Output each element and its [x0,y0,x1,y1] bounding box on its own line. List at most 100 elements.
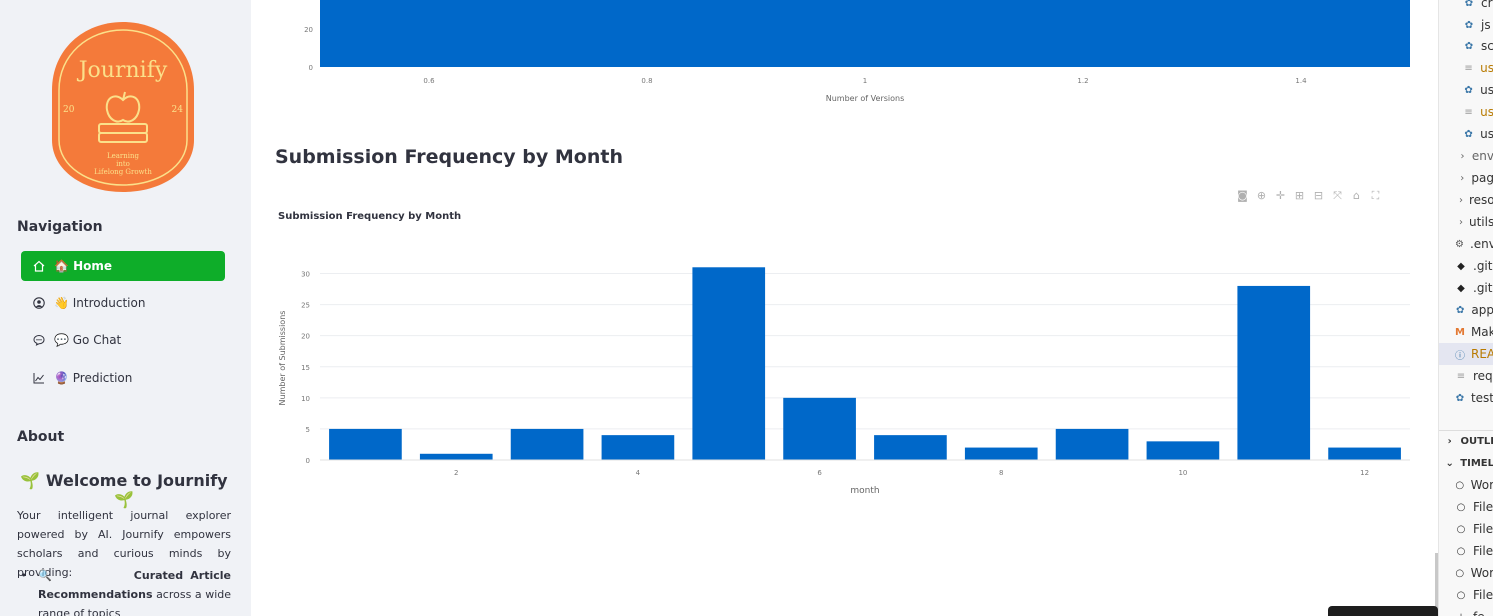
python-icon: ✿ [1464,128,1473,140]
svg-text:Journify: Journify [77,58,168,83]
timeline-item[interactable]: ○ Wor [1439,474,1493,496]
timeline-dot-icon: ○ [1456,589,1466,601]
chevron-down-icon: ⌄ [1445,457,1454,469]
explorer-item[interactable]: ≡ us [1439,101,1493,123]
timeline-item[interactable]: ○ File [1439,518,1493,540]
explorer-item-label: us [1480,127,1493,141]
python-icon: ✿ [1464,40,1474,52]
explorer-section-header[interactable]: › OUTLI [1439,430,1493,452]
svg-text:24: 24 [172,105,184,115]
y-tick-label: 0 [309,64,313,72]
explorer-item[interactable]: ◆ .git [1439,277,1493,299]
fullscreen-icon[interactable]: ⛶ [1369,189,1382,203]
explorer-item-label: test [1470,391,1493,405]
y-tick-label: 20 [304,26,313,34]
y-tick-label: 30 [301,271,310,279]
explorer-item[interactable]: ✿ cr [1439,0,1493,14]
explorer-item-label: req [1473,369,1493,383]
explorer-item[interactable]: ⚙ .env [1439,233,1493,255]
scrollbar-thumb[interactable] [1435,553,1438,613]
bar [419,453,493,460]
timeline-dot-icon: ○ [1456,523,1466,535]
bar [692,267,766,460]
main-content: 0 20 0.6 0.8 1 1.2 1.4 Number of Versions Submis… [251,0,1438,616]
svg-text:20: 20 [63,105,75,115]
y-tick-label: 20 [301,333,310,341]
timeline-dot-icon: ○ [1456,545,1466,557]
nav-item-prediction[interactable]: 🔮 Prediction [21,363,225,393]
explorer-item[interactable]: ✿ js [1439,14,1493,36]
explorer-item[interactable]: ⓘ REA [1439,343,1493,365]
nav-item-go-chat[interactable]: 💬 Go Chat [21,325,225,355]
x-tick-label: 12 [1360,469,1369,477]
timeline-item-label: File [1473,544,1493,558]
git-icon: ◆ [1457,260,1465,272]
gear-icon: ⚙ [1455,238,1464,250]
explorer-item[interactable]: › reso [1439,189,1493,211]
explorer-item-label: cr [1481,0,1493,10]
bar [1237,285,1311,460]
x-tick-label: 0.6 [423,77,435,85]
bar [783,397,856,460]
explorer-item[interactable]: ≡ req [1439,365,1493,387]
git-icon: ◆ [1457,282,1465,294]
zoom-out-icon[interactable]: ⊟ [1312,189,1325,203]
explorer-item[interactable]: ≡ us [1439,57,1493,79]
explorer-item[interactable]: ✿ app [1439,299,1493,321]
explorer-item-label: REA [1471,347,1493,361]
x-tick-label: 1.2 [1077,77,1088,85]
zoom-in-icon[interactable]: ⊞ [1293,189,1306,203]
timeline-item[interactable]: ○ File [1439,540,1493,562]
sidebar: Journify 20 24 Learning into Lifelong Gr… [0,0,251,616]
makefile-icon: M [1455,326,1465,338]
explorer-item[interactable]: › utils [1439,211,1493,233]
explorer-item[interactable]: ✿ us [1439,123,1493,145]
timeline-item[interactable]: ○ Wor [1439,562,1493,584]
explorer-item[interactable]: M Mak [1439,321,1493,343]
chart-title: Submission Frequency by Month [278,211,461,222]
nav-item-introduction[interactable]: 👋 Introduction [21,288,225,318]
explorer-item-label: utils [1469,215,1493,229]
bar [1328,447,1401,460]
bar [320,0,1410,67]
svg-text:Learning: Learning [107,152,140,160]
page-section-title: Submission Frequency by Month [275,146,623,168]
explorer-item[interactable]: › pag [1439,167,1493,189]
bar [601,435,675,460]
camera-icon[interactable]: ◙ [1236,189,1249,203]
y-tick-label: 5 [306,426,310,434]
explorer-item[interactable]: ◆ .git [1439,255,1493,277]
explorer-item-label: .env [1469,237,1493,251]
x-tick-label: 4 [636,469,641,477]
zoom-icon[interactable]: ⊕ [1255,189,1268,203]
timeline-item-label: fe [1473,610,1485,616]
timeline-item[interactable]: ○ File [1439,496,1493,518]
bar [329,428,402,460]
explorer-section-label: OUTLI [1460,436,1493,447]
navigation-title: Navigation [17,219,103,235]
explorer-item[interactable]: ✿ test [1439,387,1493,409]
explorer-item-label: env [1471,149,1493,163]
explorer-item[interactable]: › env [1439,145,1493,167]
reset-axes-icon[interactable]: ⌂ [1350,189,1363,203]
x-tick-label: 1 [863,77,867,85]
explorer-item[interactable]: ✿ sc [1439,35,1493,57]
chevron-right-icon: › [1460,150,1465,162]
pan-icon[interactable]: ✛ [1274,189,1287,203]
explorer-item-label: .git [1473,259,1493,273]
timeline-item[interactable]: ⏚ fe [1439,606,1493,616]
nav-item-home[interactable]: 🏠 Home [21,251,225,281]
autoscale-icon[interactable]: ⤧ [1331,189,1344,203]
plot-toolbar: ◙ ⊕ ✛ ⊞ ⊟ ⤧ ⌂ ⛶ [1236,189,1382,203]
text-file-icon: ≡ [1456,370,1466,382]
explorer-item[interactable]: ✿ us [1439,79,1493,101]
bar [964,447,1038,460]
journify-logo: Journify 20 24 Learning into Lifelong Gr… [52,22,194,192]
bar [510,428,584,460]
explorer-item-label: us [1480,105,1493,119]
x-axis-title: Number of Versions [826,94,905,103]
python-icon: ✿ [1456,304,1465,316]
timeline-item-label: File [1473,500,1493,514]
explorer-section-header[interactable]: ⌄ TIMEL [1439,452,1493,474]
timeline-item[interactable]: ○ File [1439,584,1493,606]
